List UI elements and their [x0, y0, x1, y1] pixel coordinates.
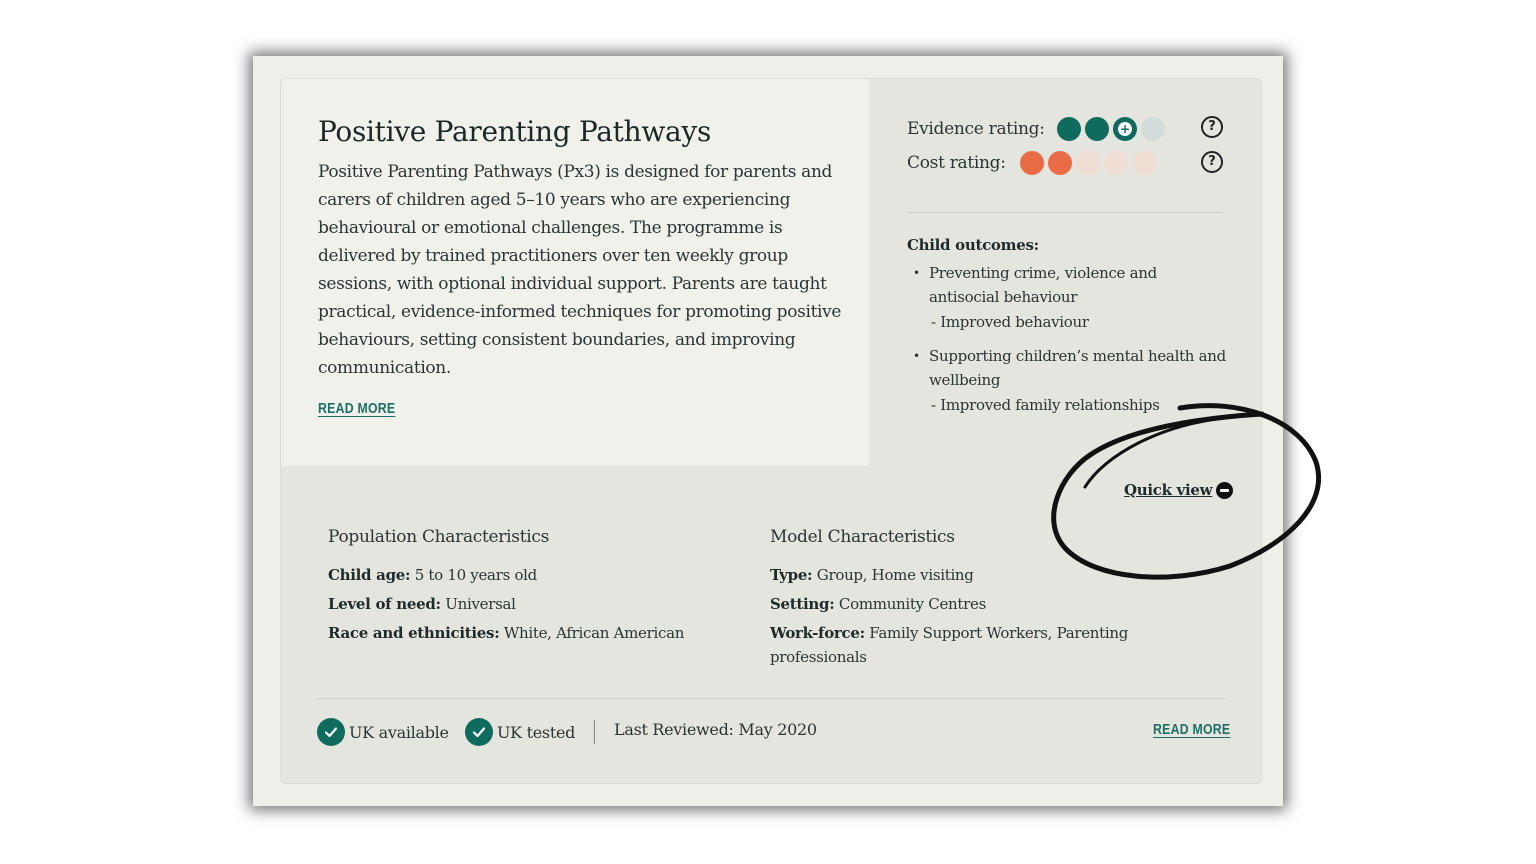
program-description: Positive Parenting Pathways (Px3) is des… — [318, 162, 842, 378]
outcome-item: • Supporting children’s mental health an… — [913, 344, 1233, 419]
uk-tested-label: UK tested — [497, 722, 576, 742]
outcome-label: Preventing crime, violence and antisocia… — [929, 264, 1157, 306]
evidence-dot-filled — [1057, 117, 1081, 141]
bullet-icon: • — [913, 349, 920, 363]
model-row-type: Type: Group, Home visiting — [770, 563, 974, 587]
model-row-setting: Setting: Community Centres — [770, 592, 986, 616]
uk-tested-badge: UK tested — [465, 718, 575, 746]
population-row-child-age: Child age: 5 to 10 years old — [328, 563, 537, 587]
cost-dot-empty — [1132, 151, 1156, 175]
row-key: Child age: — [328, 566, 411, 584]
row-key: Work-force: — [770, 624, 865, 642]
row-key: Race and ethnicities: — [328, 624, 500, 642]
quick-view-toggle[interactable]: Quick view — [1124, 481, 1234, 499]
row-value: White, African American — [499, 624, 685, 642]
evidence-rating-dots: + — [1057, 117, 1165, 141]
bullet-icon: • — [913, 266, 920, 280]
outcome-label: Supporting children’s mental health and … — [929, 347, 1226, 389]
footer-separator — [594, 720, 595, 744]
cost-dot-filled — [1048, 151, 1072, 175]
last-reviewed: Last Reviewed: May 2020 — [614, 720, 817, 739]
outcome-sub: - Improved behaviour — [931, 313, 1089, 331]
row-key: Type: — [770, 566, 813, 584]
outcome-item: • Preventing crime, violence and antisoc… — [913, 261, 1233, 336]
uk-available-badge: UK available — [317, 718, 449, 746]
cost-dot-empty — [1104, 151, 1128, 175]
row-key: Setting: — [770, 595, 835, 613]
evidence-dot-empty — [1141, 117, 1165, 141]
evidence-dot-filled — [1085, 117, 1109, 141]
evidence-question-circle-icon[interactable]: ? — [1201, 116, 1223, 138]
program-card: Positive Parenting Pathways Positive Par… — [280, 78, 1262, 784]
check-circle-icon — [465, 718, 493, 746]
quick-view-label: Quick view — [1124, 481, 1213, 499]
cost-dot-empty — [1076, 151, 1100, 175]
cost-rating-label: Cost rating: — [907, 153, 1006, 173]
row-value: Community Centres — [834, 595, 986, 613]
row-value: 5 to 10 years old — [410, 566, 538, 584]
row-value: Group, Home visiting — [812, 566, 974, 584]
cost-question-circle-icon[interactable]: ? — [1201, 151, 1223, 173]
row-value: Universal — [440, 595, 516, 613]
outcome-sub: - Improved family relationships — [931, 396, 1160, 414]
program-title: Positive Parenting Pathways — [318, 115, 712, 148]
ratings-divider — [907, 212, 1223, 213]
check-circle-icon — [317, 718, 345, 746]
evidence-rating-label: Evidence rating: — [907, 119, 1045, 139]
minus-circle-icon — [1216, 481, 1234, 499]
uk-available-label: UK available — [349, 722, 449, 742]
footer-read-more-link[interactable]: READ MORE — [1153, 721, 1230, 738]
cost-rating-dots — [1020, 151, 1156, 175]
read-more-link[interactable]: READ MORE — [318, 400, 395, 417]
population-heading: Population Characteristics — [328, 527, 550, 547]
description-panel: Positive Parenting Pathways Positive Par… — [281, 79, 869, 466]
cost-rating: Cost rating: — [907, 151, 1156, 175]
cost-dot-filled — [1020, 151, 1044, 175]
row-key: Level of need: — [328, 595, 441, 613]
model-row-workforce: Work-force: Family Support Workers, Pare… — [770, 621, 1170, 669]
evidence-rating: Evidence rating: + — [907, 117, 1165, 141]
outcomes-heading: Child outcomes: — [907, 236, 1039, 254]
footer-divider — [317, 698, 1225, 699]
population-row-level-of-need: Level of need: Universal — [328, 592, 516, 616]
population-row-race: Race and ethnicities: White, African Ame… — [328, 621, 684, 645]
model-heading: Model Characteristics — [770, 527, 955, 547]
evidence-dot-plus-icon: + — [1113, 117, 1137, 141]
